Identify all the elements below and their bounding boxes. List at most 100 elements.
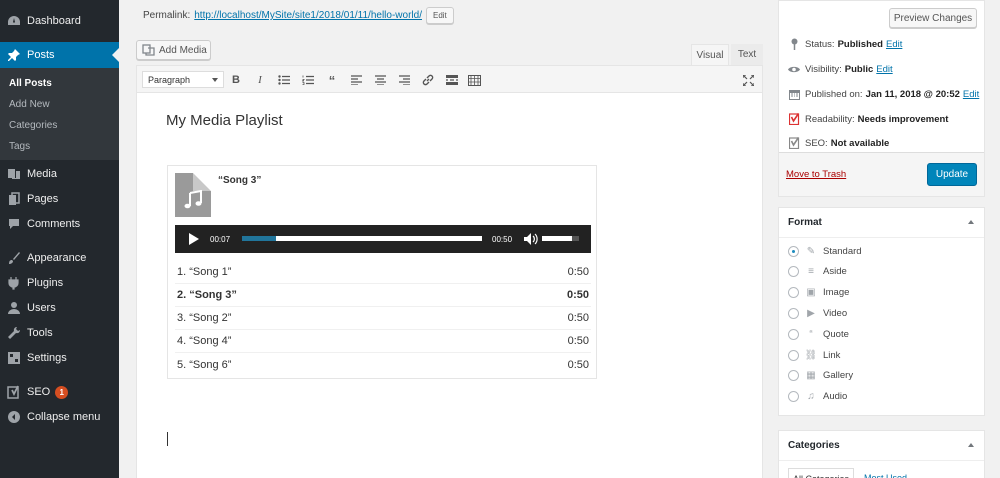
readability-value: Needs improvement (857, 113, 949, 125)
sidebar-item-label: Settings (27, 352, 67, 364)
radio-button[interactable] (788, 307, 799, 319)
track-length: 0:50 (567, 312, 589, 324)
sidebar-item-posts[interactable]: Posts (0, 42, 119, 68)
video-icon: ▶ (807, 307, 815, 319)
format-box: Format ✎ Standard ≡ Aside ▣ Image ▶ Video “ Quote… (778, 207, 985, 416)
tab-all-categories[interactable]: All Categories (788, 468, 855, 478)
align-center-button[interactable] (372, 72, 388, 88)
volume-slider[interactable] (542, 236, 579, 241)
status-value: Published (837, 38, 883, 50)
bold-button[interactable]: B (228, 72, 244, 88)
visibility-edit-link[interactable]: Edit (876, 64, 892, 75)
sidebar-item-plugins[interactable]: Plugins (0, 270, 119, 296)
add-media-button[interactable]: Add Media (136, 40, 211, 60)
radio-button[interactable] (788, 349, 799, 361)
categories-box-title: Categories (788, 440, 840, 451)
sidebar-item-seo[interactable]: SEO 1 (0, 379, 119, 405)
format-option-audio[interactable]: ♫ Audio (788, 391, 847, 403)
submenu-add-new[interactable]: Add New (9, 99, 50, 110)
track-length: 0:50 (567, 358, 589, 371)
published-date-edit-link[interactable]: Edit (963, 89, 979, 100)
track-row[interactable]: 4. “Song 4” 0:50 (175, 330, 591, 353)
dashboard-icon (6, 13, 22, 29)
bullet-list-button[interactable] (276, 72, 292, 88)
sidebar-item-tools[interactable]: Tools (0, 320, 119, 346)
sidebar-item-appearance[interactable]: Appearance (0, 245, 119, 271)
sidebar-item-settings[interactable]: Settings (0, 345, 119, 371)
music-note-icon (184, 190, 202, 209)
format-option-standard[interactable]: ✎ Standard (788, 245, 862, 257)
insert-link-button[interactable] (420, 72, 436, 88)
format-option-link[interactable]: ⛓ Link (788, 349, 840, 361)
fullscreen-icon (742, 74, 754, 86)
sidebar-item-users[interactable]: Users (0, 295, 119, 321)
current-menu-arrow (112, 48, 119, 62)
collapse-menu-button[interactable]: Collapse menu (0, 404, 119, 430)
chevron-down-icon (212, 78, 218, 82)
format-option-label: Audio (823, 391, 848, 403)
blockquote-button[interactable]: “ (324, 72, 340, 88)
published-date-row: Published on: Jan 11, 2018 @ 20:52 Edit (788, 88, 979, 100)
numbered-list-button[interactable] (300, 72, 316, 88)
chevron-up-icon[interactable] (968, 443, 974, 447)
radio-button[interactable] (788, 266, 799, 278)
preview-changes-button[interactable]: Preview Changes (889, 8, 977, 28)
align-left-button[interactable] (348, 72, 364, 88)
italic-button[interactable]: I (252, 72, 268, 88)
comments-icon (6, 216, 22, 232)
seo-row: SEO: Not available (788, 137, 889, 149)
format-select[interactable]: Paragraph (142, 71, 224, 88)
pushpin-icon: ✎ (806, 245, 816, 257)
play-button[interactable] (189, 233, 199, 245)
mute-button[interactable] (523, 232, 538, 246)
track-title: 4. “Song 4” (177, 335, 232, 347)
submenu-all-posts[interactable]: All Posts (9, 78, 52, 89)
audio-player: 00:07 00:50 (175, 225, 591, 253)
move-to-trash-link[interactable]: Move to Trash (786, 169, 846, 180)
status-edit-link[interactable]: Edit (886, 39, 902, 50)
track-row[interactable]: 5. “Song 6” 0:50 (175, 353, 591, 376)
sidebar-item-comments[interactable]: Comments (0, 211, 119, 237)
update-button[interactable]: Update (927, 163, 977, 186)
yoast-readability-icon (788, 113, 800, 125)
format-option-gallery[interactable]: ▦ Gallery (788, 370, 853, 382)
radio-button[interactable] (788, 391, 799, 403)
add-media-label: Add Media (159, 44, 207, 56)
yoast-seo-icon (788, 137, 800, 149)
eye-icon (788, 63, 800, 75)
editor-area[interactable]: Paragraph B I “ My Media Playlist “Song … (136, 65, 763, 478)
tab-most-used[interactable]: Most Used (860, 468, 911, 478)
sidebar-item-pages[interactable]: Pages (0, 186, 119, 212)
radio-button[interactable] (788, 245, 799, 257)
sidebar-item-dashboard[interactable]: Dashboard (0, 8, 119, 34)
format-option-image[interactable]: ▣ Image (788, 287, 849, 299)
categories-box-header[interactable]: Categories (779, 431, 984, 461)
submenu-tags[interactable]: Tags (9, 141, 30, 152)
track-row[interactable]: 1. “Song 1” 0:50 (175, 261, 591, 284)
progress-bar[interactable] (242, 236, 482, 241)
permalink-edit-button[interactable]: Edit (425, 7, 454, 24)
settings-icon (6, 350, 22, 366)
radio-button[interactable] (788, 287, 799, 299)
tab-visual[interactable]: Visual (691, 44, 729, 65)
format-option-label: Link (823, 349, 841, 361)
sidebar-item-label: Appearance (27, 252, 87, 264)
read-more-button[interactable] (444, 72, 460, 88)
tab-text[interactable]: Text (731, 44, 763, 65)
radio-button[interactable] (788, 370, 799, 382)
track-row[interactable]: 2. “Song 3” 0:50 (175, 284, 591, 307)
format-box-header[interactable]: Format (779, 208, 984, 238)
permalink-url[interactable]: http://localhost/MySite/site1/2018/01/11… (194, 10, 422, 21)
radio-button[interactable] (788, 328, 799, 340)
submenu-categories[interactable]: Categories (9, 120, 57, 131)
chevron-up-icon[interactable] (968, 220, 974, 224)
align-right-button[interactable] (396, 72, 412, 88)
distraction-free-button[interactable] (740, 72, 756, 88)
calendar-icon (788, 88, 800, 100)
format-option-video[interactable]: ▶ Video (788, 307, 847, 319)
sidebar-item-media[interactable]: Media (0, 161, 119, 187)
format-option-quote[interactable]: “ Quote (788, 328, 849, 340)
track-row[interactable]: 3. “Song 2” 0:50 (175, 307, 591, 330)
toolbar-toggle-button[interactable] (466, 72, 482, 88)
format-option-aside[interactable]: ≡ Aside (788, 266, 847, 278)
